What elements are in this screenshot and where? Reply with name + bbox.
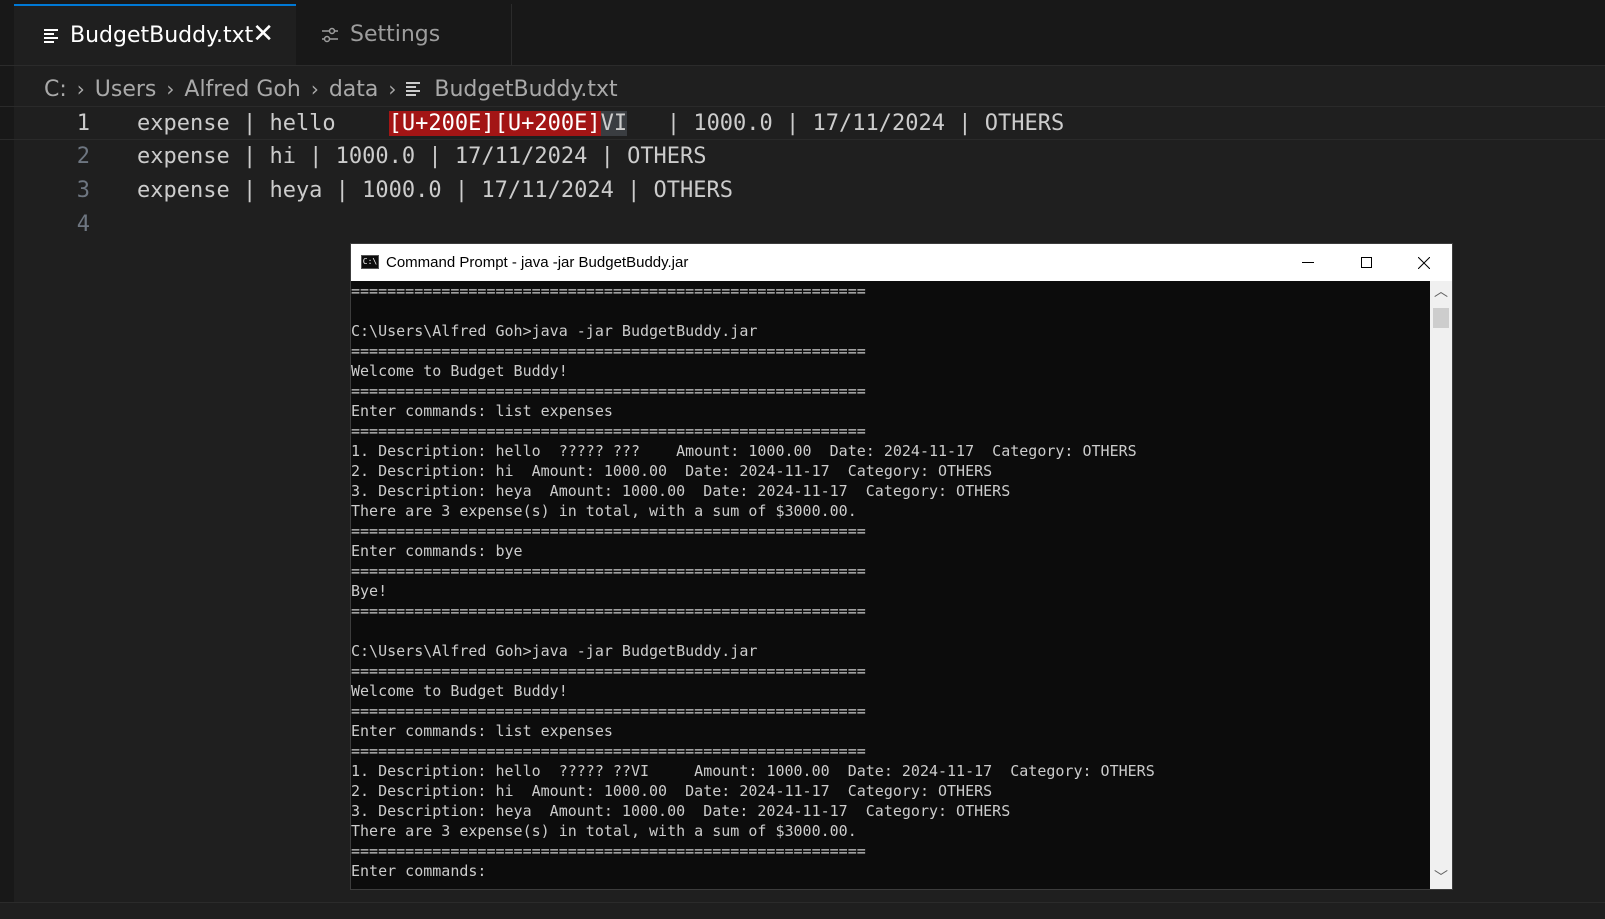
chevron-right-icon: › (388, 77, 397, 101)
console-line: ========================================… (351, 602, 866, 620)
line-text: expense | hi | 1000.0 | 17/11/2024 | OTH… (137, 144, 707, 169)
breadcrumb-item[interactable]: Alfred Goh (184, 77, 300, 102)
settings-sliders-icon (322, 27, 338, 42)
invisible-char-marker: [U+200E][U+200E] (388, 111, 601, 136)
console-line: ========================================… (351, 422, 866, 440)
tab-bar: BudgetBuddy.txt ✕ Settings (0, 0, 1605, 66)
console-line: ========================================… (351, 382, 866, 400)
text-segment: | 1000.0 | 17/11/2024 | OTHERS (627, 111, 1065, 136)
console-line: ========================================… (351, 562, 866, 580)
terminal-icon: C:\ (361, 255, 379, 269)
minimize-icon (1302, 262, 1314, 263)
console-line: Enter commands: bye (351, 542, 523, 560)
line-number: 1 (76, 111, 90, 136)
maximize-button[interactable] (1337, 244, 1395, 281)
console-line: Welcome to Budget Buddy! (351, 682, 568, 700)
tab-settings[interactable]: Settings (296, 4, 512, 65)
console-line: Enter commands: list expenses (351, 402, 613, 420)
console-line: ========================================… (351, 342, 866, 360)
scroll-up-icon[interactable]: ︿ (1430, 281, 1452, 303)
chevron-right-icon: › (76, 77, 85, 101)
tab-label: BudgetBuddy.txt (70, 23, 254, 48)
console-line: 1. Description: hello ????? ??VI Amount:… (351, 762, 1155, 780)
console-output[interactable]: ========================================… (351, 281, 1430, 889)
close-button[interactable] (1395, 244, 1453, 281)
maximize-icon (1360, 257, 1372, 268)
chevron-right-icon: › (310, 77, 319, 101)
tab-label: Settings (350, 22, 441, 47)
console-line: ========================================… (351, 282, 866, 300)
window-titlebar[interactable]: C:\ Command Prompt - java -jar BudgetBud… (351, 244, 1452, 281)
console-line: 2. Description: hi Amount: 1000.00 Date:… (351, 462, 993, 480)
console-line: Enter commands: list expenses (351, 722, 613, 740)
console-line: 1. Description: hello ????? ??? Amount: … (351, 442, 1137, 460)
scrollbar-thumb[interactable] (1433, 308, 1449, 328)
console-line: ========================================… (351, 702, 866, 720)
console-line: 3. Description: heya Amount: 1000.00 Dat… (351, 802, 1011, 820)
tab-budgetbuddy-txt[interactable]: BudgetBuddy.txt ✕ (14, 4, 296, 65)
console-line: Bye! (351, 582, 388, 600)
text-segment: VI (600, 111, 628, 136)
line-text: expense | hello [U+200E][U+200E]VI | 100… (137, 111, 1064, 136)
console-line: ========================================… (351, 662, 866, 680)
console-line: C:\Users\Alfred Goh>java -jar BudgetBudd… (351, 322, 758, 340)
console-line: C:\Users\Alfred Goh>java -jar BudgetBudd… (351, 642, 758, 660)
close-icon (1418, 256, 1430, 269)
console-line: ========================================… (351, 842, 866, 860)
text-segment: expense | hello (137, 111, 389, 136)
breadcrumb-item[interactable]: data (329, 77, 379, 102)
line-number: 3 (76, 178, 90, 203)
command-prompt-window[interactable]: C:\ Command Prompt - java -jar BudgetBud… (351, 244, 1452, 889)
chevron-right-icon: › (166, 77, 175, 101)
console-line: 3. Description: heya Amount: 1000.00 Dat… (351, 482, 1011, 500)
editor-line[interactable]: 2 expense | hi | 1000.0 | 17/11/2024 | O… (0, 140, 1605, 174)
line-number: 4 (76, 212, 90, 237)
file-lines-icon (406, 82, 422, 96)
breadcrumb-item[interactable]: C: (44, 77, 67, 102)
editor-line[interactable]: 3 expense | heya | 1000.0 | 17/11/2024 |… (0, 174, 1605, 208)
console-line: ========================================… (351, 522, 866, 540)
console-line: Enter commands: (351, 862, 496, 880)
breadcrumb-item[interactable]: BudgetBuddy.txt (434, 77, 617, 102)
console-line: ========================================… (351, 742, 866, 760)
console-line: 2. Description: hi Amount: 1000.00 Date:… (351, 782, 993, 800)
breadcrumb-item[interactable]: Users (95, 77, 157, 102)
scroll-down-icon[interactable]: ﹀ (1430, 867, 1452, 889)
minimize-button[interactable] (1279, 244, 1337, 281)
console-line: Welcome to Budget Buddy! (351, 362, 568, 380)
editor-line[interactable]: 1 expense | hello [U+200E][U+200E]VI | 1… (0, 106, 1605, 140)
line-text: expense | heya | 1000.0 | 17/11/2024 | O… (137, 178, 734, 203)
breadcrumb: C: › Users › Alfred Goh › data › BudgetB… (44, 73, 618, 105)
close-icon[interactable]: ✕ (252, 20, 274, 48)
console-line: There are 3 expense(s) in total, with a … (351, 502, 857, 520)
window-title: Command Prompt - java -jar BudgetBuddy.j… (386, 254, 689, 271)
vertical-scrollbar[interactable]: ︿ ﹀ (1430, 281, 1452, 889)
console-line: There are 3 expense(s) in total, with a … (351, 822, 857, 840)
file-lines-icon (44, 28, 60, 43)
editor-line[interactable]: 4 (0, 208, 1605, 242)
panel-border (0, 902, 1605, 919)
line-number: 2 (76, 144, 90, 169)
